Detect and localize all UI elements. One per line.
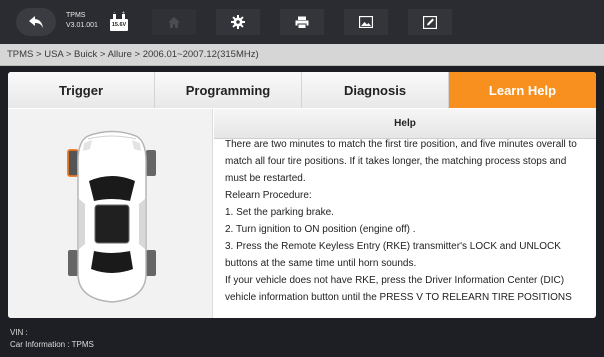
- home-icon: [168, 16, 180, 28]
- back-arrow-icon: [29, 16, 43, 28]
- settings-button[interactable]: [216, 9, 260, 35]
- car-information: Car Information : TPMS: [10, 340, 94, 349]
- app-title: TPMS V3.01.001: [66, 11, 98, 31]
- help-panel: Help There are two minutes to match the …: [214, 109, 596, 318]
- app-version: V3.01.001: [66, 22, 98, 29]
- battery-voltage-badge: - + 15.6V: [110, 11, 128, 33]
- print-button[interactable]: [280, 9, 324, 35]
- back-button[interactable]: [16, 8, 56, 36]
- battery-terminals-icon: - +: [113, 11, 125, 19]
- tab-bar: Trigger Programming Diagnosis Learn Help: [8, 72, 596, 108]
- help-paragraph: There are two minutes to match the first…: [225, 139, 577, 184]
- help-paragraph: 1. Set the parking brake.: [225, 207, 334, 218]
- main-panel: Trigger Programming Diagnosis Learn Help…: [8, 72, 596, 318]
- help-paragraph: 2. Turn ignition to ON position (engine …: [225, 224, 416, 235]
- top-toolbar: TPMS V3.01.001 - + 15.6V: [0, 0, 604, 44]
- printer-icon: [295, 16, 309, 29]
- tire-rear-left: [68, 250, 78, 276]
- edit-icon: [423, 15, 437, 29]
- app-name: TPMS: [66, 12, 86, 19]
- svg-text:+: +: [122, 11, 125, 15]
- rear-window: [91, 251, 133, 273]
- edit-button[interactable]: [408, 9, 452, 35]
- tab-trigger[interactable]: Trigger: [8, 72, 155, 108]
- breadcrumb-bar: TPMS > USA > Buick > Allure > 2006.01~20…: [0, 44, 604, 66]
- home-button[interactable]: [152, 9, 196, 35]
- windshield: [89, 176, 135, 201]
- gear-icon: [231, 15, 245, 29]
- voltage-value: 15.6V: [110, 19, 128, 31]
- help-text[interactable]: There are two minutes to match the first…: [214, 139, 596, 317]
- tire-rear-right: [146, 250, 156, 276]
- help-paragraph: If your vehicle does not have RKE, press…: [225, 275, 572, 303]
- tire-front-left: [67, 149, 79, 177]
- vin-label: VIN :: [10, 328, 28, 337]
- tab-diagnosis[interactable]: Diagnosis: [302, 72, 449, 108]
- tire-front-right: [146, 150, 156, 176]
- tab-programming[interactable]: Programming: [155, 72, 302, 108]
- footer-info: VIN : Car Information : TPMS: [0, 322, 604, 357]
- car-top-view-diagram: [67, 130, 156, 303]
- image-icon: [359, 16, 373, 28]
- help-paragraph: 3. Press the Remote Keyless Entry (RKE) …: [225, 241, 561, 269]
- help-title: Help: [214, 109, 596, 139]
- car-diagram-area: [8, 109, 213, 318]
- tab-learn-help[interactable]: Learn Help: [449, 72, 596, 108]
- help-paragraph: Relearn Procedure:: [225, 190, 312, 201]
- roof: [94, 204, 130, 244]
- breadcrumb: TPMS > USA > Buick > Allure > 2006.01~20…: [7, 49, 259, 60]
- screenshot-button[interactable]: [344, 9, 388, 35]
